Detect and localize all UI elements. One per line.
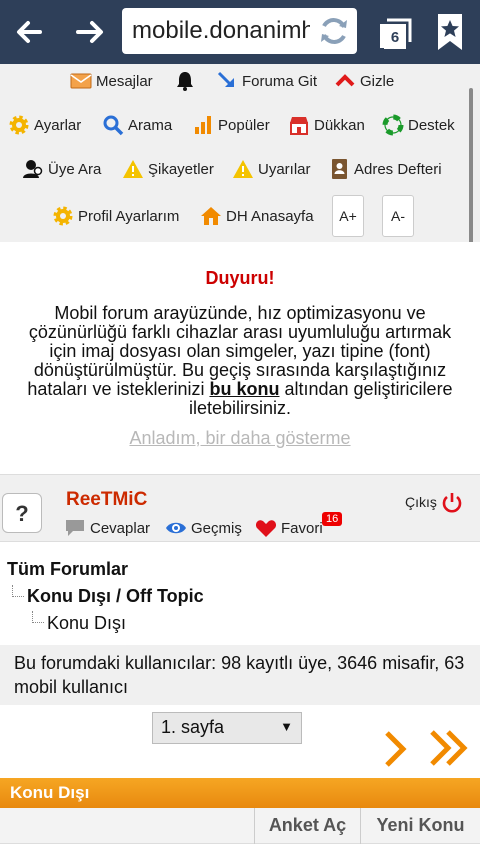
home-icon [200,205,222,227]
speech-bubble-icon [66,520,84,536]
bookmark-star-icon [438,14,462,50]
gear-icon [52,205,74,227]
search-icon [102,114,124,136]
address-bar[interactable]: mobile.donanimhaber.com [122,8,357,54]
history-link[interactable]: Geçmiş [165,518,242,538]
breadcrumb-all-forums[interactable]: Tüm Forumlar [7,559,128,580]
breadcrumb-off-topic[interactable]: Konu Dışı / Off Topic [27,586,204,607]
menu-label-warnings: Uyarılar [258,160,311,178]
online-users-info: Bu forumdaki kullanıcılar: 98 kayıtlı üy… [0,645,480,705]
user-search-icon [22,158,44,180]
bell-icon [174,70,196,92]
avatar[interactable]: ? [2,493,42,533]
section-title: Konu Dışı [0,778,480,808]
menu-item-profile-settings[interactable]: Profil Ayarlarım [52,205,179,227]
shop-icon [288,114,310,136]
font-increase-button[interactable]: A+ [332,195,364,237]
forward-button[interactable] [70,12,110,52]
back-button[interactable] [10,12,50,52]
announcement-panel: Duyuru! Mobil forum arayüzünde, hız opti… [0,242,480,474]
forum-menu: Mesajlar Foruma Git Gizle Ayarlar Arama [0,64,480,242]
menu-label-dh-home: DH Anasayfa [226,207,314,225]
arrow-left-icon [17,21,42,43]
warning-icon [232,158,254,180]
dropdown-caret-icon: ▼ [280,719,293,734]
page-select[interactable]: 1. sayfa ▼ [152,712,302,744]
menu-label-complaints: Şikayetler [148,160,214,178]
bookmark-button[interactable] [432,10,468,54]
reload-icon[interactable] [317,14,351,48]
goto-arrow-icon [216,70,238,92]
menu-label-address-book: Adres Defteri [354,160,442,178]
tab-count: 6 [384,27,406,49]
menu-label-settings: Ayarlar [34,116,82,134]
menu-label-profile-settings: Profil Ayarlarım [78,207,180,225]
favorites-count-badge: 16 [322,512,343,526]
power-icon [442,493,462,513]
favorites-link[interactable]: Favori [255,518,323,538]
replies-link[interactable]: Cevaplar [64,518,150,538]
arrow-right-icon [76,21,103,43]
menu-label-messages: Mesajlar [96,72,153,90]
tabs-button[interactable]: 6 [374,12,414,52]
menu-item-popular[interactable]: Popüler [192,114,270,136]
lifebuoy-icon [382,114,404,136]
replies-label: Cevaplar [90,519,151,537]
breadcrumb: Tüm Forumlar Konu Dışı / Off Topic Konu … [0,545,480,645]
menu-item-settings[interactable]: Ayarlar [8,114,81,136]
menu-item-goto-forum[interactable]: Foruma Git [216,70,317,92]
bar-chart-icon [192,114,214,136]
new-topic-button[interactable]: Yeni Konu [360,808,480,844]
menu-item-notifications[interactable] [174,70,200,92]
topic-actions: Anket Aç Yeni Konu [0,808,480,844]
open-poll-button[interactable]: Anket Aç [254,808,360,844]
tree-connector [12,585,24,597]
menu-item-support[interactable]: Destek [382,114,455,136]
announcement-title: Duyuru! [205,268,275,288]
page-select-value: 1. sayfa [161,717,225,737]
menu-label-goto-forum: Foruma Git [242,72,318,90]
tree-connector [32,611,44,623]
menu-label-popular: Popüler [218,116,270,134]
font-decrease-button[interactable]: A- [382,195,414,237]
heart-icon [255,520,277,537]
breadcrumb-konu-disi[interactable]: Konu Dışı [47,613,126,634]
menu-item-warnings[interactable]: Uyarılar [232,158,311,180]
history-label: Geçmiş [191,519,242,537]
menu-item-shop[interactable]: Dükkan [288,114,365,136]
announcement-topic-link[interactable]: bu konu [209,379,279,399]
menu-label-search: Arama [128,116,173,134]
warning-icon [122,158,144,180]
gear-icon [8,114,30,136]
envelope-icon [70,70,92,92]
menu-label-hide: Gizle [360,72,395,90]
menu-item-address-book[interactable]: Adres Defteri [328,158,442,180]
chevron-up-icon [334,70,356,92]
next-page-icon[interactable] [380,729,410,769]
url-text[interactable]: mobile.donanimhaber.com [132,17,310,45]
favorites-label: Favori [281,519,323,537]
menu-label-support: Destek [408,116,455,134]
menu-item-search[interactable]: Arama [102,114,172,136]
username[interactable]: ReeTMiC [66,489,147,511]
browser-toolbar: mobile.donanimhaber.com 6 [0,0,480,64]
user-bar: ? ReeTMiC Cevaplar Geçmiş Favori 16 Çıkı… [0,474,480,542]
menu-item-hide[interactable]: Gizle [334,70,394,92]
menu-item-dh-home[interactable]: DH Anasayfa [200,205,314,227]
menu-label-shop: Dükkan [314,116,365,134]
announcement-body: Mobil forum arayüzünde, hız optimizasyon… [22,304,458,418]
menu-item-complaints[interactable]: Şikayetler [122,158,214,180]
address-book-icon [328,158,350,180]
logout-label: Çıkış [405,494,437,510]
menu-item-member-search[interactable]: Üye Ara [22,158,101,180]
menu-item-messages[interactable]: Mesajlar [70,70,153,92]
dismiss-announcement-link[interactable]: Anladım, bir daha gösterme [0,428,480,449]
eye-icon [166,522,186,534]
pager: 1. sayfa ▼ [0,705,480,778]
logout-button[interactable]: Çıkış [405,491,463,513]
menu-label-member-search: Üye Ara [48,160,102,178]
last-page-icon[interactable] [428,727,470,769]
